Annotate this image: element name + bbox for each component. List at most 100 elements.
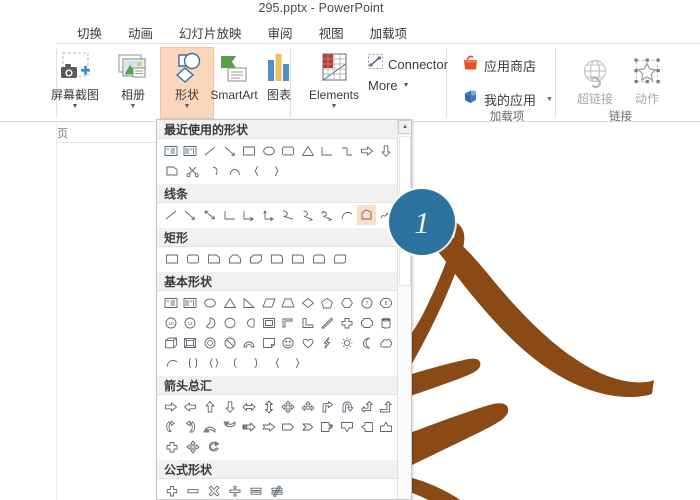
shape-elbow-connector[interactable] [318, 141, 338, 161]
shape-bracket-left[interactable] [224, 353, 245, 373]
shape-plaque[interactable] [357, 313, 377, 333]
shape-divide-sign[interactable] [224, 481, 245, 499]
shape-cross[interactable] [337, 313, 357, 333]
shape-cloud[interactable] [376, 333, 396, 353]
screenshot-button[interactable]: 屏幕截图 ▼ [48, 48, 102, 111]
chevron-down-icon[interactable]: ▼ [106, 103, 160, 111]
shape-right-triangle[interactable] [239, 293, 259, 313]
shape-bevel[interactable] [181, 333, 201, 353]
shape-curved-down-arrow[interactable] [220, 417, 240, 437]
shape-lightning-bolt[interactable] [318, 333, 338, 353]
shape-four-way-arrow[interactable] [182, 437, 203, 457]
my-apps-button[interactable]: 我的应用 ▼ [462, 88, 553, 110]
shape-u-turn-arrow[interactable] [337, 397, 357, 417]
connector-button[interactable]: Connector [368, 54, 448, 74]
shape-equal-sign[interactable] [245, 481, 266, 499]
shape-curved-double-arrow[interactable] [318, 205, 338, 225]
shape-brace-left[interactable] [245, 161, 266, 181]
shape-round-diagonal[interactable] [329, 249, 350, 269]
shape-frame[interactable] [259, 313, 279, 333]
shape-bracket-right[interactable] [245, 353, 266, 373]
shape-arrow-left[interactable] [181, 397, 201, 417]
shape-left-arrow-callout[interactable] [357, 417, 377, 437]
shape-pentagon[interactable] [318, 293, 338, 313]
shape-line[interactable] [161, 205, 181, 225]
scroll-up-button[interactable]: ▲ [398, 120, 411, 134]
hyperlink-button[interactable]: 超链接 [568, 52, 622, 106]
shape-elbow-connector[interactable] [220, 205, 240, 225]
shape-rectangle[interactable] [239, 141, 259, 161]
shape-striped-right-arrow[interactable] [239, 417, 259, 437]
more-button[interactable]: More ▼ [368, 78, 410, 93]
shape-hexagon[interactable] [337, 293, 357, 313]
action-button[interactable]: 动作 [620, 52, 674, 106]
shape-arc[interactable] [337, 205, 357, 225]
chevron-down-icon[interactable]: ▼ [546, 96, 553, 103]
shape-textbox-h[interactable] [161, 293, 181, 313]
shape-chevron[interactable] [298, 417, 318, 437]
shape-diamond[interactable] [298, 293, 318, 313]
shape-textbox-v[interactable] [181, 141, 201, 161]
shape-oval[interactable] [259, 141, 279, 161]
shape-arc-up[interactable] [224, 161, 245, 181]
shape-pentagon-arrow[interactable] [278, 417, 298, 437]
chart-button[interactable]: 图表 [252, 48, 306, 102]
shape-minus-sign[interactable] [182, 481, 203, 499]
shape-rounded-rect[interactable] [182, 249, 203, 269]
app-store-button[interactable]: 应用商店 [462, 54, 536, 76]
shape-freeform[interactable] [356, 205, 377, 225]
shape-teardrop[interactable] [220, 313, 240, 333]
shape-sun[interactable] [337, 333, 357, 353]
shape-arrow-left-right[interactable] [239, 397, 259, 417]
shape-down-arrow-callout[interactable] [337, 417, 357, 437]
shape-elbow-connector-2[interactable] [337, 141, 357, 161]
shape-cylinder[interactable] [376, 313, 396, 333]
shape-triangle[interactable] [298, 141, 318, 161]
shape-curved-arrow[interactable] [298, 205, 318, 225]
shape-arrow-up-down[interactable] [259, 397, 279, 417]
shape-curve-arc[interactable] [203, 161, 224, 181]
shape-snip-diagonal[interactable] [245, 249, 266, 269]
shape-flowchart-doc[interactable] [161, 161, 182, 181]
chevron-down-icon[interactable]: ▼ [299, 103, 369, 111]
shape-round-single-corner[interactable] [287, 249, 308, 269]
shape-moon[interactable] [357, 333, 377, 353]
shape-down-arrow-block[interactable] [376, 141, 396, 161]
shape-right-arrow-block[interactable] [357, 141, 377, 161]
shape-scissors[interactable] [182, 161, 203, 181]
shape-multiply-sign[interactable] [203, 481, 224, 499]
shape-heart[interactable] [298, 333, 318, 353]
shape-arrow-down[interactable] [220, 397, 240, 417]
shape-decagon[interactable]: 10 [161, 313, 181, 333]
shape-not-equal-sign[interactable] [266, 481, 287, 499]
shape-l-shape-corner[interactable] [278, 313, 298, 333]
photo-album-button[interactable]: 相册 ▼ [106, 48, 160, 111]
shape-snip-same-side[interactable] [224, 249, 245, 269]
shape-block-arc[interactable] [239, 333, 259, 353]
shape-l-shape[interactable] [298, 313, 318, 333]
shape-curved-left-arrow[interactable] [181, 417, 201, 437]
shape-circular-arrow[interactable] [203, 437, 224, 457]
shape-snip-single-corner[interactable] [203, 249, 224, 269]
shape-triangle[interactable] [220, 293, 240, 313]
shape-braces[interactable] [203, 353, 224, 373]
shape-plus-sign[interactable] [161, 481, 182, 499]
chevron-down-icon[interactable]: ▼ [161, 103, 213, 111]
shape-bent-up-arrow[interactable] [376, 397, 396, 417]
gallery-scrollbar[interactable]: ▲ [397, 120, 411, 499]
shape-arrow-quad[interactable] [278, 397, 298, 417]
shape-octagon[interactable]: 8 [376, 293, 396, 313]
shape-donut[interactable] [200, 333, 220, 353]
shape-line-arrow[interactable] [220, 141, 240, 161]
shape-line[interactable] [200, 141, 220, 161]
shape-arrow-up[interactable] [200, 397, 220, 417]
shape-oval[interactable] [200, 293, 220, 313]
shape-right-arrow-callout[interactable] [318, 417, 338, 437]
chevron-down-icon[interactable]: ▼ [48, 103, 102, 111]
shape-curved-connector[interactable] [278, 205, 298, 225]
slide-canvas[interactable] [412, 136, 700, 500]
shape-brace-right[interactable] [266, 161, 287, 181]
shape-brackets[interactable] [182, 353, 203, 373]
shape-curved-up-arrow[interactable] [200, 417, 220, 437]
shape-notched-right-arrow[interactable] [259, 417, 279, 437]
